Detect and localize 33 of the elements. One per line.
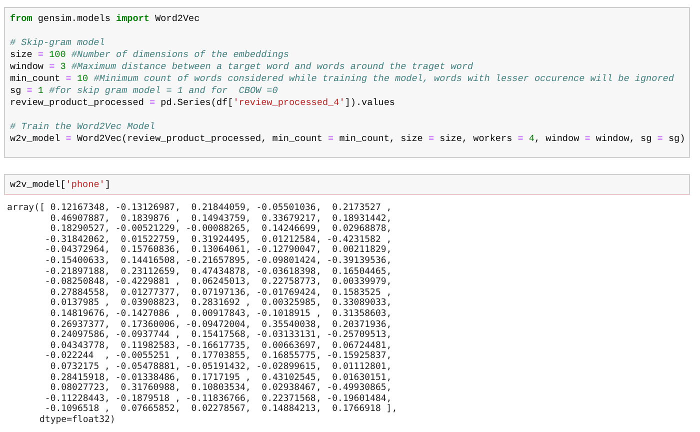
output-line: -0.15400633, 0.14416508, -0.21657895, -0.09801424, -0.39139536, [44,256,393,267]
output-line: -0.08250848, -0.4229881 , 0.06245013, 0.22758773, 0.00339979, [44,277,393,288]
output-line: 0.04343778, 0.11982583, -0.16617735, 0.00663697, 0.06724481, [49,340,393,351]
code-line: w2v_model['phone'] [10,179,112,191]
output-line: -0.21897188, 0.23112659, 0.47434878, -0.03618398, 0.16504465, [44,266,393,277]
output-line: 0.08027723, 0.31760988, 0.10803534, 0.02938467, -0.49930865, [49,383,393,394]
output-line: -0.11228443, -0.1879518 , -0.11836766, 0.22371568, -0.19601484, [44,394,393,404]
output-line: 0.18290527, -0.00521229, -0.00088265, 0.14246699, 0.02968878, [49,224,393,235]
output-line: 0.0137985 , 0.03908823, 0.2831692 , 0.00325985, 0.33089033, [49,298,393,309]
code-line: w2v_model = Word2Vec(review_product_processed, min_count = min_count, size = size, workers = 4, window = window, sg = sg) [10,133,684,145]
code-cell-input[interactable]: w2v_model['phone'] [4,174,690,195]
code-line: # Skip-gram model [10,37,106,49]
output-line: array([ 0.12167348, -0.13126987, 0.21844059, -0.05501036, 0.2173527 , [7,203,393,214]
code-line: min_count = 10 #Minimum count of words considered while training the model, words with lesser occurence will be ignored [10,73,675,85]
output-line: -0.022244 , -0.0055251 , 0.17703855, 0.16855775, -0.15925837, [44,351,393,362]
code-line: window = 3 #Maximum distance between a target word and words around the traget word [10,61,474,73]
output-line: 0.26937377, 0.17360006, -0.09472004, 0.35540038, 0.20371936, [49,320,393,330]
output-line: -0.1096518 , 0.07665852, 0.02278567, 0.14884213, 0.1766918 ], [44,404,398,415]
output-line: 0.24097586, -0.0937744 , 0.15417568, -0.03133131, -0.25709513, [49,330,393,341]
output-line: 0.46907887, 0.1839876 , 0.14943759, 0.33679217, 0.18931442, [49,214,393,224]
code-cell-input[interactable] [4,7,690,158]
code-line: # Train the Word2Vec Model [10,121,156,133]
output-line: 0.0732175 , -0.05478881, -0.05191432, -0.02899615, 0.01112801, [49,362,393,372]
output-line: 0.14819676, -0.1427086 , 0.00917843, -0.1018915 , 0.31358603, [49,308,393,320]
output-line: -0.04372964, 0.15760836, 0.13064061, -0.12790047, 0.00211829, [44,245,393,256]
code-line: size = 100 #Number of dimensions of the embeddings [10,49,290,61]
output-line: dtype=float32) [38,414,116,426]
output-line: -0.31842062, 0.01522759, 0.31924495, 0.01212584, -0.4231582 , [44,234,393,245]
output-line: 0.28415918, -0.01338486, 0.1717195 , 0.43102545, 0.01630151, [49,372,393,383]
output-line: 0.27884558, 0.01277377, 0.07197136, -0.01769424, 0.1583525 , [49,288,393,298]
code-line: from gensim.models import Word2Vec [10,13,201,25]
code-line: sg = 1 #for skip gram model = 1 and for CBOW =0 [10,85,279,97]
code-line: review_product_processed = pd.Series(df['review_processed_4']).values [10,97,396,109]
